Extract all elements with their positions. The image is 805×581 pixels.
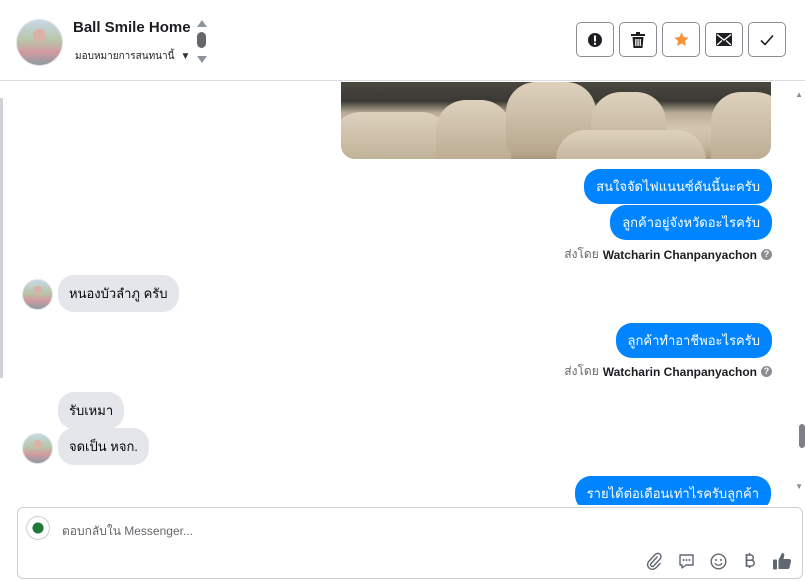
thumbs-up-icon [772,553,791,570]
emoji-button[interactable] [708,551,728,571]
conversation-navigator[interactable] [195,20,209,66]
message-outgoing[interactable]: ลูกค้าทำอาชีพอะไรครับ [615,323,772,358]
contact-avatar-small [22,433,53,464]
attach-button[interactable] [644,551,664,571]
alert-icon [588,32,602,47]
photo-seat-shape [341,112,451,159]
navigator-handle[interactable] [197,32,206,48]
scroll-up-icon[interactable]: ▲ [795,90,803,99]
page-logo-avatar [26,516,50,540]
sent-by-prefix: ส่งโดย [564,364,599,378]
message-outgoing[interactable]: รายได้ต่อเดือนเท่าไรครับลูกค้า [574,476,771,505]
photo-seat-shape [556,130,706,159]
message-outgoing[interactable]: ลูกค้าอยู่จังหวัดอะไรครับ [610,205,772,240]
left-scrollbar[interactable] [0,98,3,378]
paperclip-icon [646,552,662,570]
envelope-icon [716,33,732,46]
chat-bubble-icon [678,553,694,569]
assign-label: มอบหมายการสนทนานี้ [75,51,175,62]
help-icon[interactable]: ? [761,249,772,260]
assign-conversation-dropdown[interactable]: มอบหมายการสนทนานี้ ▼ [75,49,190,64]
star-icon [673,32,689,46]
message-incoming[interactable]: รับเหมา [58,392,125,429]
contact-name[interactable]: Ball Smile Home [73,19,191,36]
reply-input[interactable]: ตอบกลับใน Messenger... [62,522,193,541]
composer-tools [644,551,792,571]
sent-by-line: ส่งโดย Watcharin Chanpanyachon ? [564,362,772,381]
message-incoming[interactable]: จดเป็น หจก. [58,428,149,465]
mark-done-button[interactable] [748,22,786,57]
conversation-header: Ball Smile Home มอบหมายการสนทนานี้ ▼ [0,0,805,81]
attached-car-interior-photo[interactable] [341,82,771,159]
caret-down-icon: ▼ [180,51,191,62]
payment-button[interactable] [740,551,760,571]
photo-seat-shape [711,92,771,159]
saved-replies-button[interactable] [676,551,696,571]
message-outgoing[interactable]: สนใจจัดไฟแนนซ์คันนี้นะครับ [584,169,772,204]
help-icon[interactable]: ? [761,366,772,377]
chevron-down-icon[interactable] [197,56,207,63]
sender-name: Watcharin Chanpanyachon [602,364,757,379]
delete-button[interactable] [619,22,657,57]
sent-by-prefix: ส่งโดย [564,247,599,261]
message-clip: รายได้ต่อเดือนเท่าไรครับลูกค้า [0,474,797,505]
message-scrollbar-thumb[interactable] [799,424,805,448]
baht-icon [745,553,755,568]
photo-seat-shape [436,100,511,159]
check-icon [760,34,774,46]
chevron-up-icon[interactable] [197,20,207,27]
emoji-icon [709,552,727,570]
message-incoming[interactable]: หนองบัวลำภู ครับ [58,275,179,312]
sender-name: Watcharin Chanpanyachon [602,247,757,262]
like-button[interactable] [772,551,792,571]
trash-icon [631,31,645,48]
reply-composer[interactable]: ตอบกลับใน Messenger... [17,507,803,579]
header-actions [576,22,786,57]
contact-avatar[interactable] [16,19,63,66]
sent-by-line: ส่งโดย Watcharin Chanpanyachon ? [564,245,772,264]
star-button[interactable] [662,22,700,57]
contact-avatar-small [22,279,53,310]
mark-unread-button[interactable] [705,22,743,57]
mark-spam-button[interactable] [576,22,614,57]
